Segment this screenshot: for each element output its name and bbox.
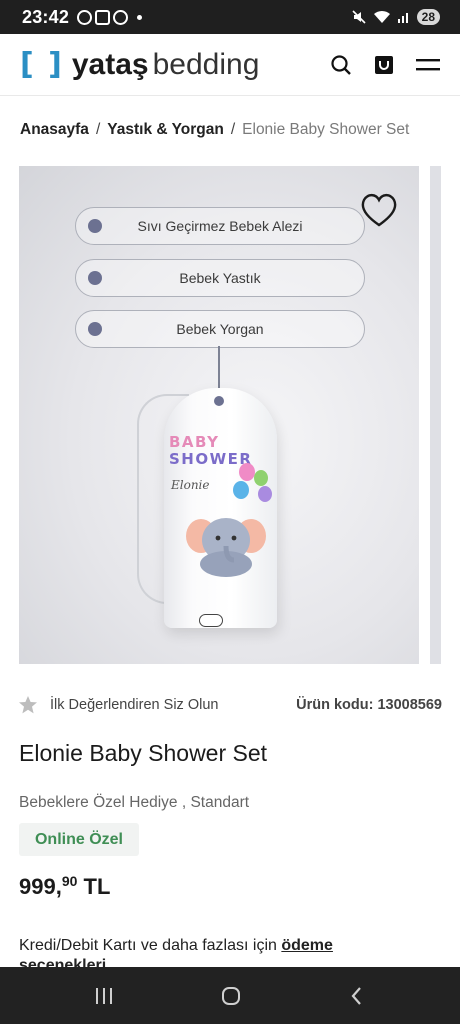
menu-icon[interactable] <box>416 57 440 73</box>
home-icon[interactable] <box>220 985 242 1007</box>
cart-icon[interactable] <box>374 55 394 75</box>
search-icon[interactable] <box>330 54 352 76</box>
product-bag <box>164 388 277 628</box>
image-label-text: Sıvı Geçirmez Bebek Alezi <box>137 218 303 234</box>
logo-suffix: bedding <box>152 48 260 81</box>
product-code: Ürün kodu: 13008569 <box>296 697 442 713</box>
breadcrumb: Anasayfa / Yastık & Yorgan / Elonie Baby Sho… <box>20 121 409 139</box>
price-currency: TL <box>83 874 111 899</box>
status-bar: 23:42 28 <box>0 0 460 34</box>
connector-dot <box>214 396 224 406</box>
online-exclusive-badge: Online Özel <box>19 823 139 856</box>
breadcrumb-separator: / <box>95 121 101 138</box>
product-image[interactable]: Sıvı Geçirmez Bebek Alezi Bebek Yastık B… <box>19 166 419 664</box>
payment-prefix: Kredi/Debit Kartı ve daha fazlası için <box>19 937 277 954</box>
logo-bracket: [ ] <box>20 47 64 82</box>
mute-icon <box>352 10 366 24</box>
breadcrumb-separator: / <box>230 121 236 138</box>
breadcrumb-current: Elonie Baby Shower Set <box>242 121 410 138</box>
whatsapp-icon <box>77 9 93 25</box>
pill-dot <box>88 322 102 336</box>
site-header: [ ] yataş bedding <box>0 34 460 96</box>
back-icon[interactable] <box>347 985 367 1007</box>
status-time: 23:42 <box>22 6 70 27</box>
header-actions <box>330 54 440 76</box>
price-main: 999, <box>19 874 62 899</box>
notification-icons <box>77 9 143 25</box>
pill-dot <box>88 271 102 285</box>
image-label-pill: Bebek Yastık <box>75 259 365 297</box>
elephant-illustration <box>186 518 266 577</box>
payment-info: Kredi/Debit Kartı ve daha fazlası için ö… <box>19 937 333 955</box>
package-icon <box>95 9 111 25</box>
image-label-text: Bebek Yastık <box>179 270 261 286</box>
product-subtitle: Bebeklere Özel Hediye , Standart <box>19 794 250 811</box>
image-label-text: Bebek Yorgan <box>176 321 264 337</box>
breadcrumb-category[interactable]: Yastık & Yorgan <box>107 121 224 138</box>
star-icon[interactable] <box>18 695 38 715</box>
image-label-pill: Sıvı Geçirmez Bebek Alezi <box>75 207 365 245</box>
pill-dot <box>88 219 102 233</box>
recent-apps-icon[interactable] <box>93 986 115 1006</box>
battery-indicator: 28 <box>416 9 440 25</box>
more-notifications-dot <box>137 14 143 20</box>
system-icons: 28 <box>351 9 440 25</box>
product-code-value: 13008569 <box>377 697 442 713</box>
signal-icon <box>397 13 408 23</box>
breadcrumb-home[interactable]: Anasayfa <box>20 121 89 138</box>
rating-row: İlk Değerlendiren Siz Olun Ürün kodu: 13… <box>18 695 442 715</box>
rating-prompt[interactable]: İlk Değerlendiren Siz Olun <box>50 697 218 713</box>
wifi-icon <box>373 10 390 23</box>
bag-tag <box>199 614 223 627</box>
app-icon <box>113 9 129 25</box>
price-cents: 90 <box>61 873 78 889</box>
heart-icon[interactable] <box>359 192 399 228</box>
yatas-logo[interactable]: [ ] yataş bedding <box>20 47 259 82</box>
next-image-preview[interactable] <box>430 166 441 664</box>
payment-options-link[interactable]: ödeme <box>281 937 333 954</box>
product-price: 999,90 TL <box>19 873 110 900</box>
bag-text-baby: BABY <box>169 433 220 451</box>
system-navigation-bar <box>0 967 460 1024</box>
product-gallery[interactable]: Sıvı Geçirmez Bebek Alezi Bebek Yastık B… <box>19 166 441 664</box>
image-label-pill: Bebek Yorgan <box>75 310 365 348</box>
product-code-label: Ürün kodu: <box>296 697 374 713</box>
product-title: Elonie Baby Shower Set <box>19 740 268 766</box>
bag-text-script: Elonie <box>171 478 210 492</box>
balloons-illustration <box>233 463 272 502</box>
logo-brand: yataş <box>71 48 149 81</box>
